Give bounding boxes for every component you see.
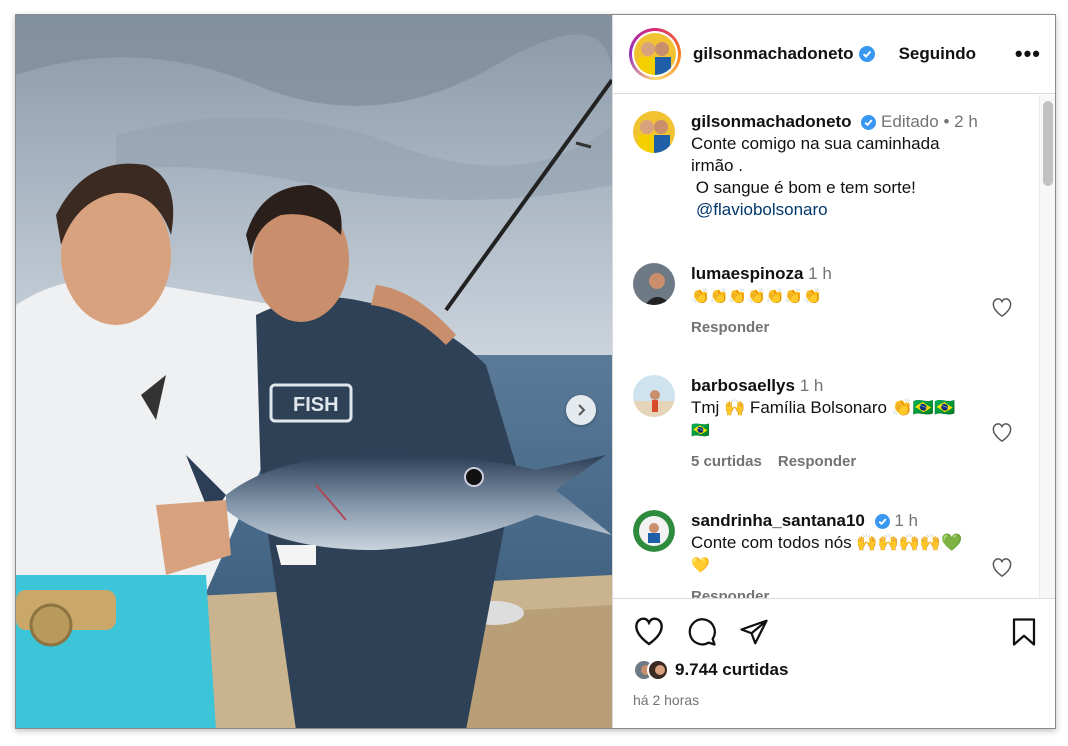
following-button[interactable]: Seguindo — [899, 44, 976, 64]
shirt-text: FISH — [293, 394, 339, 416]
commenter-username[interactable]: barbosaellys — [691, 376, 795, 395]
comment-text-continued: 💛 — [691, 556, 710, 574]
like-heart-icon[interactable] — [633, 617, 665, 652]
author-username[interactable]: gilsonmachadoneto — [693, 44, 854, 64]
like-comment-heart-icon[interactable] — [991, 558, 1013, 583]
commenter-avatar[interactable] — [633, 510, 675, 552]
share-send-icon[interactable] — [739, 617, 769, 652]
avatar-image — [634, 33, 676, 75]
mention-link[interactable]: @flaviobolsonaro — [696, 200, 828, 219]
comment-time: 1 h — [808, 264, 832, 283]
commenter-avatar[interactable] — [633, 375, 675, 417]
verified-badge-icon — [858, 46, 875, 62]
comment-text-continued: 🇧🇷 — [691, 421, 710, 439]
reply-button[interactable]: Responder — [691, 588, 769, 598]
commenter-username[interactable]: lumaespinoza — [691, 264, 803, 283]
verified-badge-icon — [861, 115, 877, 131]
caption-line: O sangue é bom e tem sorte! — [691, 178, 916, 197]
post-modal: FISH gilsonmachadoneto Seguindo ••• gils… — [15, 14, 1056, 729]
like-comment-heart-icon[interactable] — [991, 298, 1013, 323]
caption-time: 2 h — [954, 112, 978, 131]
post-time: há 2 horas — [633, 692, 700, 708]
meta-dot: • — [943, 112, 950, 131]
verified-badge-icon — [874, 514, 890, 530]
commenter-username[interactable]: sandrinha_santana10 — [691, 511, 865, 530]
caption-line: irmão . — [691, 156, 743, 175]
comment-time: 1 h — [894, 511, 918, 530]
comment-text: Conte com todos nós 🙌🙌🙌🙌💚 — [691, 533, 963, 552]
caption-avatar[interactable] — [633, 111, 675, 153]
comments-list: gilsonmachadoneto Editado • 2 h Conte co… — [613, 95, 1055, 598]
post-header: gilsonmachadoneto Seguindo ••• — [613, 15, 1055, 94]
caption-username[interactable]: gilsonmachadoneto — [691, 112, 852, 131]
like-comment-heart-icon[interactable] — [991, 423, 1013, 448]
next-photo-button[interactable] — [566, 395, 596, 425]
chevron-right-icon — [578, 404, 586, 416]
comment-text: Tmj 🙌 Família Bolsonaro 👏🇧🇷🇧🇷 — [691, 398, 956, 417]
post-side-panel: gilsonmachadoneto Seguindo ••• gilsonmac… — [612, 15, 1055, 728]
post-actions: 9.744 curtidas há 2 horas — [613, 598, 1055, 728]
comment-text: 👏👏👏👏👏👏👏 — [691, 287, 822, 305]
comment-time: 1 h — [799, 376, 824, 395]
caption: gilsonmachadoneto Editado • 2 h Conte co… — [633, 111, 993, 221]
post-photo[interactable]: FISH — [16, 15, 612, 728]
reply-button[interactable]: Responder — [691, 319, 769, 336]
reply-button[interactable]: Responder — [778, 453, 856, 470]
likes-summary[interactable]: 9.744 curtidas — [633, 659, 788, 681]
comment-item: lumaespinoza 1 h 👏👏👏👏👏👏👏 Responder — [633, 263, 993, 339]
commenter-avatar[interactable] — [633, 263, 675, 305]
likes-count[interactable]: 9.744 curtidas — [675, 660, 788, 680]
liker-avatar — [647, 659, 669, 681]
comment-likes-count[interactable]: 5 curtidas — [691, 453, 762, 470]
author-avatar[interactable] — [629, 28, 681, 80]
comment-bubble-icon[interactable] — [687, 617, 717, 652]
comment-item: barbosaellys 1 h Tmj 🙌 Família Bolsonaro… — [633, 375, 993, 473]
edited-label: Editado — [881, 112, 939, 131]
comment-item: sandrinha_santana10 1 h Conte com todos … — [633, 510, 993, 598]
save-bookmark-icon[interactable] — [1011, 617, 1037, 652]
caption-line: Conte comigo na sua caminhada — [691, 134, 940, 153]
fishing-photo: FISH — [16, 15, 612, 728]
more-options-icon[interactable]: ••• — [1015, 41, 1041, 67]
